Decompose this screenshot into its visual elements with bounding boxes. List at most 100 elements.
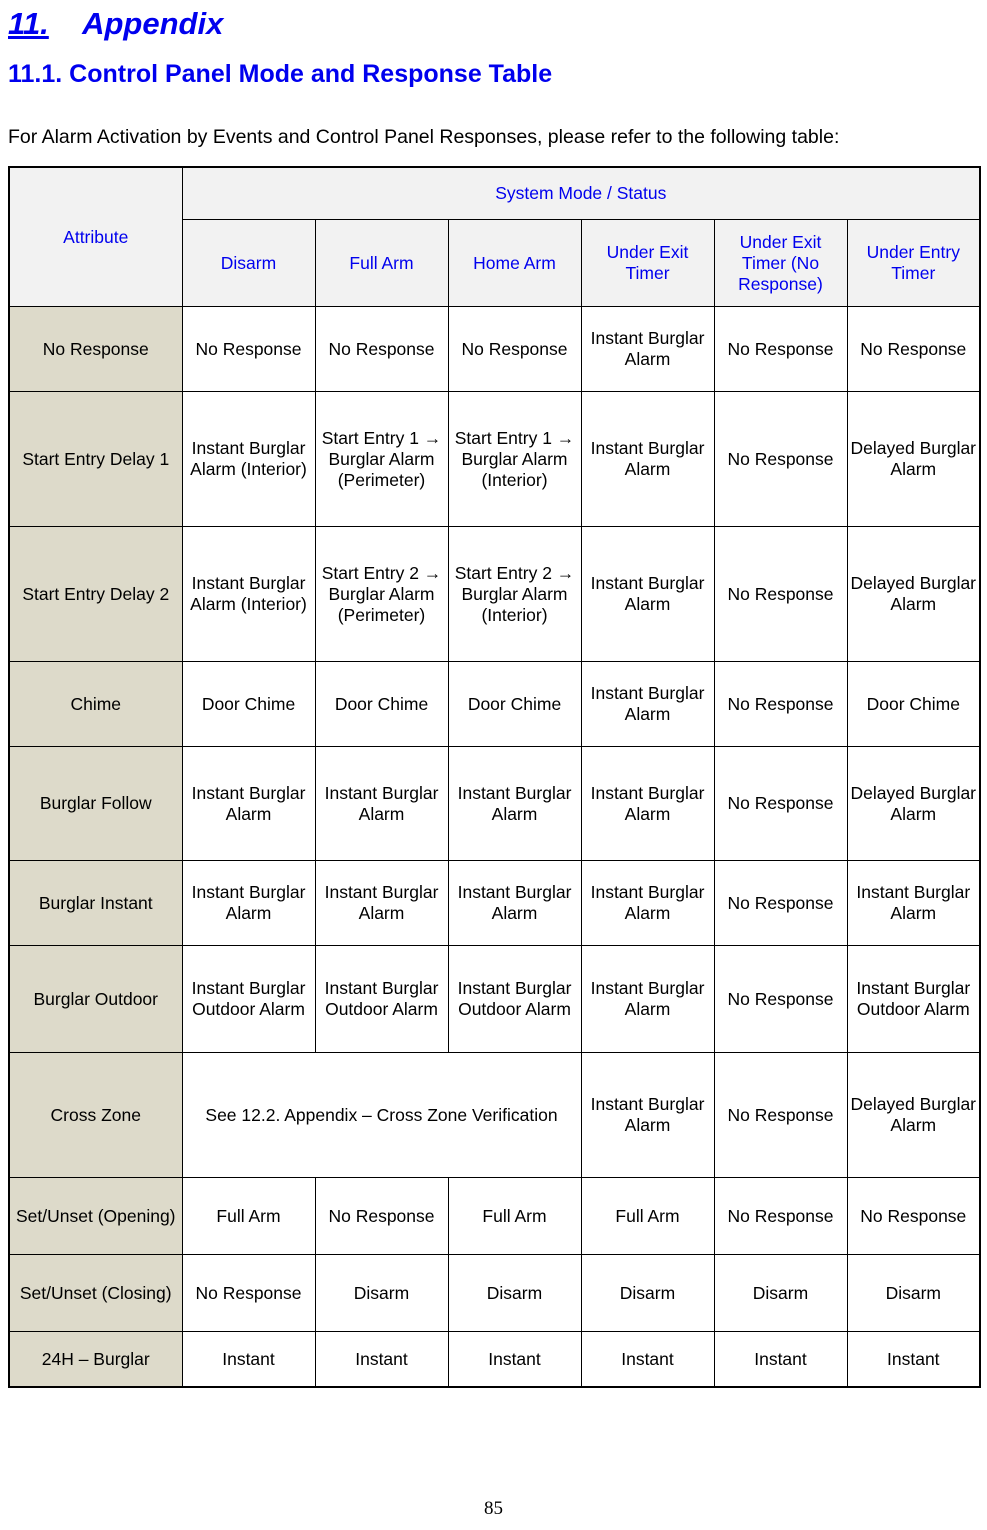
table-cell: No Response xyxy=(713,391,848,527)
table-cell: No Response xyxy=(713,860,848,946)
table-body: No Response No Response No Response No R… xyxy=(8,306,981,1388)
table-cell: No Response xyxy=(846,1177,981,1255)
table-cell: Instant Burglar Outdoor Alarm xyxy=(846,945,981,1053)
page-number: 85 xyxy=(484,1498,503,1519)
table-cell: No Response xyxy=(846,306,981,392)
table-cell: Instant Burglar Alarm xyxy=(580,526,715,662)
table-cell: No Response xyxy=(181,306,316,392)
row-label: Start Entry Delay 1 xyxy=(8,391,183,527)
cross-zone-reference-note: See 12.2. Appendix – Cross Zone Verifica… xyxy=(181,1052,582,1178)
table-cell: Instant Burglar Alarm xyxy=(314,860,449,946)
table-cell: Instant Burglar Alarm xyxy=(447,860,582,946)
table-cell: Door Chime xyxy=(314,661,449,747)
row-label: Set/Unset (Opening) xyxy=(8,1177,183,1255)
table-cell: Full Arm xyxy=(447,1177,582,1255)
table-cell: No Response xyxy=(314,306,449,392)
table-cell: No Response xyxy=(181,1254,316,1332)
table-cell: Full Arm xyxy=(181,1177,316,1255)
column-header-attribute: Attribute xyxy=(8,166,183,307)
table-row: Start Entry Delay 2 Instant Burglar Alar… xyxy=(8,526,981,662)
intro-paragraph: For Alarm Activation by Events and Contr… xyxy=(8,126,840,148)
chapter-number: 11. xyxy=(8,6,49,41)
table-cell: Instant xyxy=(580,1331,715,1388)
table-cell: Instant Burglar Outdoor Alarm xyxy=(314,945,449,1053)
table-cell: Instant Burglar Alarm (Interior) xyxy=(181,391,316,527)
table-cell: Instant Burglar Alarm xyxy=(846,860,981,946)
table-row: 24H – Burglar Instant Instant Instant In… xyxy=(8,1331,981,1388)
control-panel-mode-response-table: Attribute System Mode / Status Disarm Fu… xyxy=(8,166,982,1388)
row-label: 24H – Burglar xyxy=(8,1331,183,1388)
table-cell: Instant Burglar Alarm xyxy=(580,391,715,527)
row-label: Chime xyxy=(8,661,183,747)
column-header-under-exit-timer-no-response: Under Exit Timer (No Response) xyxy=(713,219,848,307)
table-row: Burglar Outdoor Instant Burglar Outdoor … xyxy=(8,945,981,1053)
table-cell: Instant Burglar Alarm xyxy=(181,860,316,946)
table-head: Attribute System Mode / Status Disarm Fu… xyxy=(8,166,981,307)
table-row: Set/Unset (Opening) Full Arm No Response… xyxy=(8,1177,981,1255)
row-label: Burglar Instant xyxy=(8,860,183,946)
table-cell: Disarm xyxy=(314,1254,449,1332)
table-cell: Instant Burglar Alarm (Interior) xyxy=(181,526,316,662)
column-header-under-entry-timer: Under Entry Timer xyxy=(846,219,981,307)
table-cell: No Response xyxy=(713,661,848,747)
table-row: Set/Unset (Closing) No Response Disarm D… xyxy=(8,1254,981,1332)
table-cell: Instant Burglar Alarm xyxy=(580,746,715,861)
table-cell: Door Chime xyxy=(447,661,582,747)
column-header-full-arm: Full Arm xyxy=(314,219,449,307)
column-header-home-arm: Home Arm xyxy=(447,219,582,307)
document-page: 11. Appendix 11.1. Control Panel Mode an… xyxy=(0,4,987,1530)
column-header-disarm: Disarm xyxy=(181,219,316,307)
table-cell: Instant Burglar Alarm xyxy=(580,1052,715,1178)
table-cell: Instant Burglar Outdoor Alarm xyxy=(447,945,582,1053)
row-label: Cross Zone xyxy=(8,1052,183,1178)
table-header-row-group: Attribute System Mode / Status xyxy=(8,166,981,307)
table-cell: Instant Burglar Outdoor Alarm xyxy=(181,945,316,1053)
table-row: Burglar Follow Instant Burglar Alarm Ins… xyxy=(8,746,981,861)
table-cell: Instant xyxy=(181,1331,316,1388)
table-cell: No Response xyxy=(713,526,848,662)
table-cell: Instant xyxy=(447,1331,582,1388)
table-cell: Instant Burglar Alarm xyxy=(181,746,316,861)
table-cell: Start Entry 1 → Burglar Alarm (Interior) xyxy=(447,391,582,527)
page-title: 11. Appendix xyxy=(8,4,979,44)
column-header-system-mode-status: System Mode / Status xyxy=(181,166,981,220)
table-cell: Delayed Burglar Alarm xyxy=(846,1052,981,1178)
table-cell: No Response xyxy=(713,746,848,861)
table-cell: Disarm xyxy=(447,1254,582,1332)
table-row: No Response No Response No Response No R… xyxy=(8,306,981,392)
table-cell: Instant Burglar Alarm xyxy=(580,860,715,946)
table-row: Burglar Instant Instant Burglar Alarm In… xyxy=(8,860,981,946)
column-header-under-exit-timer: Under Exit Timer xyxy=(580,219,715,307)
table-cell: Instant Burglar Alarm xyxy=(580,945,715,1053)
table-row: Cross Zone See 12.2. Appendix – Cross Zo… xyxy=(8,1052,981,1178)
table-cell: Disarm xyxy=(846,1254,981,1332)
table-cell: Full Arm xyxy=(580,1177,715,1255)
table-cell: Start Entry 2 → Burglar Alarm (Perimeter… xyxy=(314,526,449,662)
table-cell: Delayed Burglar Alarm xyxy=(846,746,981,861)
row-label: Start Entry Delay 2 xyxy=(8,526,183,662)
table-cell: Instant Burglar Alarm xyxy=(580,306,715,392)
table-cell: No Response xyxy=(713,1052,848,1178)
table-cell: Instant Burglar Alarm xyxy=(314,746,449,861)
table-cell: Start Entry 1 → Burglar Alarm (Perimeter… xyxy=(314,391,449,527)
table-cell: Instant xyxy=(713,1331,848,1388)
table-cell: No Response xyxy=(713,1177,848,1255)
chapter-title: Appendix xyxy=(82,6,224,41)
table-cell: Instant Burglar Alarm xyxy=(580,661,715,747)
row-label: No Response xyxy=(8,306,183,392)
table-cell: Instant xyxy=(314,1331,449,1388)
table-cell: Start Entry 2 → Burglar Alarm (Interior) xyxy=(447,526,582,662)
table-cell: Disarm xyxy=(713,1254,848,1332)
table-cell: Instant xyxy=(846,1331,981,1388)
table-cell: No Response xyxy=(713,306,848,392)
row-label: Burglar Follow xyxy=(8,746,183,861)
table-row: Chime Door Chime Door Chime Door Chime I… xyxy=(8,661,981,747)
section-title: 11.1. Control Panel Mode and Response Ta… xyxy=(8,60,553,88)
table-cell: No Response xyxy=(713,945,848,1053)
table-cell: No Response xyxy=(314,1177,449,1255)
table-cell: Door Chime xyxy=(181,661,316,747)
table-cell: Delayed Burglar Alarm xyxy=(846,391,981,527)
row-label: Burglar Outdoor xyxy=(8,945,183,1053)
table-cell: Door Chime xyxy=(846,661,981,747)
table-cell: Instant Burglar Alarm xyxy=(447,746,582,861)
